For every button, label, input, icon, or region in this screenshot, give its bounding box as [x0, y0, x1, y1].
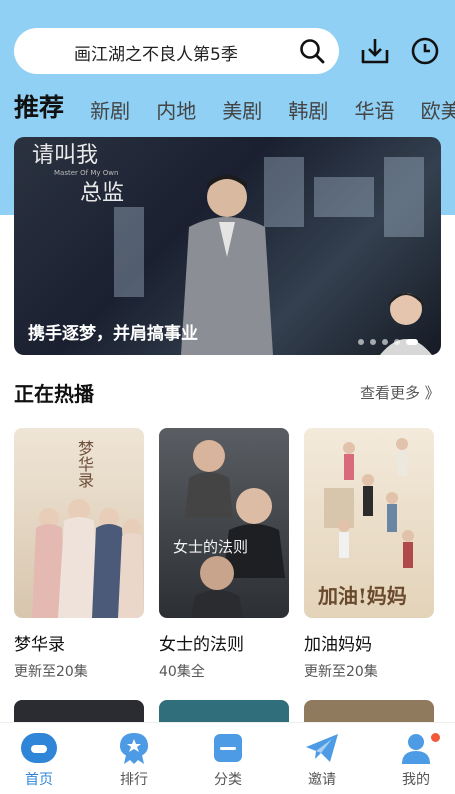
- poster-figures: [324, 438, 414, 568]
- poster-figures: [185, 440, 285, 618]
- show-poster[interactable]: 女士的法则: [159, 428, 289, 618]
- show-title[interactable]: 加油妈妈: [304, 630, 434, 655]
- carousel-dot[interactable]: [358, 339, 364, 345]
- download-icon[interactable]: [359, 36, 391, 66]
- poster-title: 加油!妈妈: [318, 584, 407, 608]
- search-icon[interactable]: [299, 38, 325, 64]
- carousel-dot[interactable]: [370, 339, 376, 345]
- category-tabs: 推荐 新剧 内地 美剧 韩剧 华语 欧美: [14, 88, 455, 124]
- tab-us[interactable]: 美剧: [222, 95, 262, 124]
- nav-label: 分类: [214, 772, 242, 788]
- carousel-dot[interactable]: [394, 339, 400, 345]
- nav-label: 排行: [120, 772, 148, 788]
- tab-western[interactable]: 欧美: [421, 95, 455, 124]
- nav-label: 我的: [402, 772, 430, 788]
- poster-title: 梦华录: [75, 440, 94, 488]
- nav-invite[interactable]: 邀请: [292, 731, 352, 789]
- show-episode-status: 40集全: [159, 664, 205, 680]
- show-episode-status: 更新至20集: [304, 664, 378, 680]
- show-card[interactable]: 女士的法则 女士的法则 40集全: [159, 428, 289, 681]
- tab-mainland[interactable]: 内地: [156, 95, 196, 124]
- show-card[interactable]: 梦华录 梦华录 更新至20集: [14, 428, 144, 681]
- search-box[interactable]: 画江湖之不良人第5季: [14, 28, 339, 74]
- tab-new[interactable]: 新剧: [90, 95, 130, 124]
- carousel-dot[interactable]: [382, 339, 388, 345]
- show-title[interactable]: 女士的法则: [159, 630, 289, 655]
- poster-title: 女士的法则: [173, 538, 249, 556]
- carousel-dots: [358, 330, 424, 345]
- nav-label: 邀请: [308, 772, 336, 788]
- nav-ranking[interactable]: 排行: [104, 731, 164, 789]
- section-title: 正在热播: [14, 382, 94, 406]
- poster-figures: [32, 499, 144, 618]
- banner-window: [314, 177, 374, 217]
- banner-caption: 携手逐梦，并肩搞事业: [28, 324, 198, 344]
- bottom-navigation: 首页 排行 分类 邀请 我的: [0, 722, 455, 794]
- invite-icon: [306, 734, 338, 762]
- nav-profile[interactable]: 我的: [386, 731, 446, 789]
- show-title[interactable]: 梦华录: [14, 630, 144, 655]
- show-card[interactable]: 加油!妈妈 加油妈妈 更新至20集: [304, 428, 434, 681]
- featured-banner[interactable]: 请叫我 Master Of My Own 总监 携手逐梦，并肩搞事业: [14, 137, 441, 355]
- show-poster[interactable]: 加油!妈妈: [304, 428, 434, 618]
- show-poster[interactable]: 梦华录: [14, 428, 144, 618]
- banner-window: [384, 157, 424, 237]
- banner-window: [114, 207, 144, 297]
- history-icon[interactable]: [410, 36, 440, 66]
- tab-chinese[interactable]: 华语: [354, 95, 394, 124]
- banner-title-2: 总监: [80, 181, 125, 206]
- show-episode-status: 更新至20集: [14, 664, 88, 680]
- tab-recommend[interactable]: 推荐: [14, 88, 64, 124]
- see-more-link[interactable]: 查看更多 》: [360, 382, 440, 403]
- banner-title: 请叫我: [32, 143, 99, 168]
- ranking-icon: [120, 733, 148, 764]
- carousel-dot-active[interactable]: [406, 339, 418, 345]
- profile-icon: [402, 734, 430, 764]
- nav-category[interactable]: 分类: [198, 731, 258, 789]
- tab-korea[interactable]: 韩剧: [288, 95, 328, 124]
- home-icon: [21, 733, 57, 763]
- search-input[interactable]: 画江湖之不良人第5季: [74, 40, 238, 65]
- nav-label: 首页: [25, 772, 53, 788]
- search-row: 画江湖之不良人第5季: [14, 28, 444, 74]
- category-icon: [214, 734, 242, 762]
- notification-badge: [431, 733, 440, 742]
- nav-home[interactable]: 首页: [9, 731, 69, 789]
